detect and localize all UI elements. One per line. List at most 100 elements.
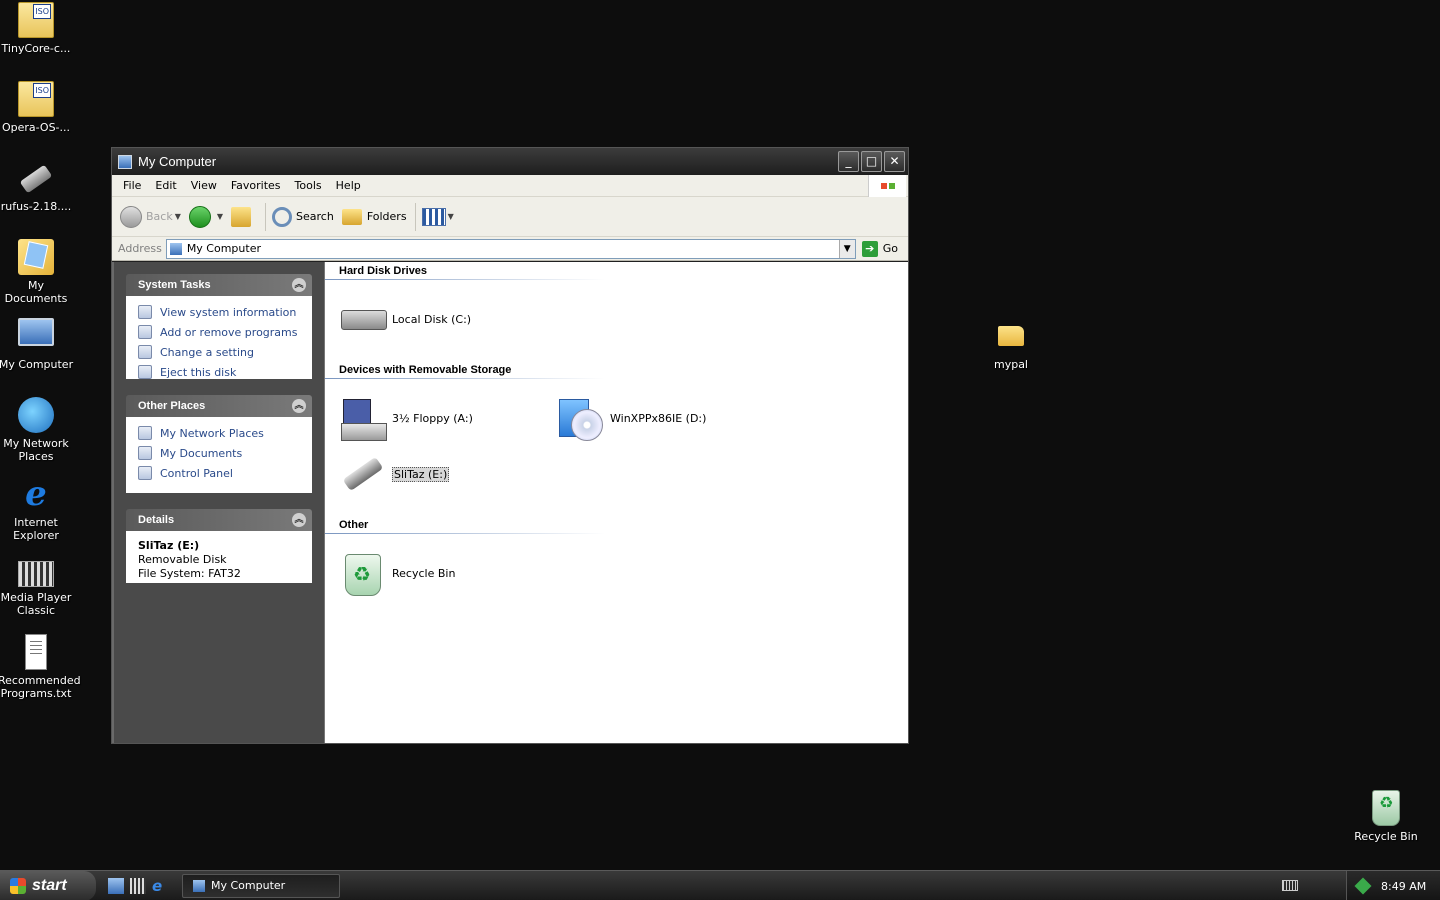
desktop-icon-tinycore[interactable]: TinyCore-c... [0,2,74,55]
control-panel-icon [138,345,152,359]
desktop-icon-mypal[interactable]: mypal [973,318,1049,371]
collapse-chevron-icon[interactable]: ︽ [292,278,306,292]
group-title-other: Other [339,519,369,531]
computer-icon [169,242,182,255]
go-button[interactable]: ➔ Go [861,240,898,257]
internet-explorer-icon[interactable]: e [152,878,168,894]
details-header[interactable]: Details ︽ [126,509,312,531]
desktop-icon-recommended-programs[interactable]: Recommended Programs.txt [0,634,81,700]
task-view-system-information[interactable]: View system information [138,302,312,322]
chevron-down-icon[interactable]: ▼ [175,212,181,221]
forward-button[interactable]: ▼ [188,205,223,228]
group-divider [325,279,605,280]
desktop-icon-internet-explorer[interactable]: e Internet Explorer [0,476,74,542]
up-folder-icon [231,206,252,227]
toolbar-separator [265,202,267,231]
my-documents-icon [138,446,152,460]
folder-icon [998,326,1024,346]
desktop-icon-recycle-bin[interactable]: Recycle Bin [1348,790,1424,843]
desktop-icon-my-documents[interactable]: My Documents [0,239,74,305]
close-button[interactable]: ✕ [884,151,905,172]
details-file-system: File System: FAT32 [138,567,241,580]
task-eject-disk[interactable]: Eject this disk [138,362,312,379]
system-info-icon [138,305,152,319]
maximize-button[interactable]: □ [861,151,882,172]
network-globe-icon [18,397,54,433]
explorer-window[interactable]: My Computer _ □ ✕ File Edit View Favorit… [111,147,909,744]
desktop-icon-media-player-classic[interactable]: Media Player Classic [0,555,74,617]
chevron-down-icon: ▼ [447,212,454,221]
details-type: Removable Disk [138,553,227,566]
details-panel: Details ︽ SliTaz (E:) Removable Disk Fil… [126,509,312,583]
computer-icon [193,879,205,892]
drive-slitaz-e[interactable]: SliTaz (E:) [339,451,450,497]
group-title-hard-disk: Hard Disk Drives [339,265,428,277]
keyboard-icon[interactable] [1282,880,1298,891]
task-add-remove-programs[interactable]: Add or remove programs [138,322,312,342]
system-tray: 8:49 AM [1346,871,1440,900]
back-button[interactable]: Back ▼ [120,205,181,228]
address-dropdown-button[interactable]: ▼ [838,239,855,258]
clock[interactable]: 8:49 AM [1381,880,1426,893]
address-bar: Address My Computer ▼ ➔ Go [112,237,908,261]
collapse-chevron-icon[interactable]: ︽ [292,513,306,527]
address-input[interactable]: My Computer ▼ [165,238,856,259]
usb-drive-icon [19,164,53,194]
group-divider [325,533,605,534]
back-arrow-icon [120,205,142,228]
windows-logo-icon [868,175,906,197]
eject-icon [138,365,152,379]
clapperboard-icon [18,561,54,587]
folders-button[interactable]: Folders [341,208,407,225]
desktop-icon-rufus[interactable]: rufus-2.18.... [0,160,74,213]
other-places-panel: Other Places ︽ My Network Places My Docu… [126,395,312,493]
minimize-button[interactable]: _ [838,151,859,172]
drive-list: Hard Disk Drives Local Disk (C:) Devices… [324,262,908,743]
place-my-network-places[interactable]: My Network Places [138,423,312,443]
item-recycle-bin[interactable]: Recycle Bin [339,550,455,596]
start-button[interactable]: start [0,870,96,900]
menu-edit[interactable]: Edit [148,179,183,192]
forward-arrow-icon [188,205,211,228]
views-button[interactable]: ▼ [421,207,454,226]
quick-launch: e [108,877,168,894]
control-panel-icon [138,466,152,480]
folder-icon [341,208,362,225]
menu-view[interactable]: View [184,179,224,192]
network-globe-icon [138,426,152,440]
cd-drive-icon [557,395,603,441]
chevron-down-icon[interactable]: ▼ [217,212,223,221]
drive-floppy-a[interactable]: 3½ Floppy (A:) [339,395,473,441]
system-tasks-header[interactable]: System Tasks ︽ [126,274,312,296]
place-my-documents[interactable]: My Documents [138,443,312,463]
group-divider [325,378,605,379]
search-button[interactable]: Search [272,206,334,227]
show-desktop-icon[interactable] [108,877,124,894]
iso-file-icon [18,81,54,117]
floppy-drive-icon [339,395,387,441]
place-control-panel[interactable]: Control Panel [138,463,312,483]
other-places-header[interactable]: Other Places ︽ [126,395,312,417]
menu-help[interactable]: Help [329,179,368,192]
menu-tools[interactable]: Tools [288,179,329,192]
title-bar[interactable]: My Computer _ □ ✕ [112,148,908,175]
task-change-setting[interactable]: Change a setting [138,342,312,362]
drive-cd-d[interactable]: WinXPPx86IE (D:) [557,395,706,441]
desktop-icon-my-computer[interactable]: My Computer [0,318,74,371]
menu-favorites[interactable]: Favorites [224,179,288,192]
computer-icon [18,318,54,346]
taskbar-button-my-computer[interactable]: My Computer [182,873,340,898]
menu-file[interactable]: File [116,179,148,192]
window-title: My Computer [138,154,217,169]
media-player-icon[interactable] [130,877,146,894]
up-folder-button[interactable] [231,206,257,227]
collapse-chevron-icon[interactable]: ︽ [292,399,306,413]
taskbar: start e My Computer 8:49 AM [0,870,1440,900]
desktop-icon-my-network-places[interactable]: My Network Places [0,397,74,463]
address-label: Address [118,242,162,255]
network-tray-icon[interactable] [1354,877,1372,895]
menu-bar: File Edit View Favorites Tools Help [112,175,908,197]
group-title-removable: Devices with Removable Storage [339,364,512,376]
drive-local-disk-c[interactable]: Local Disk (C:) [339,296,471,342]
desktop-icon-opera-os[interactable]: Opera-OS-... [0,81,74,134]
